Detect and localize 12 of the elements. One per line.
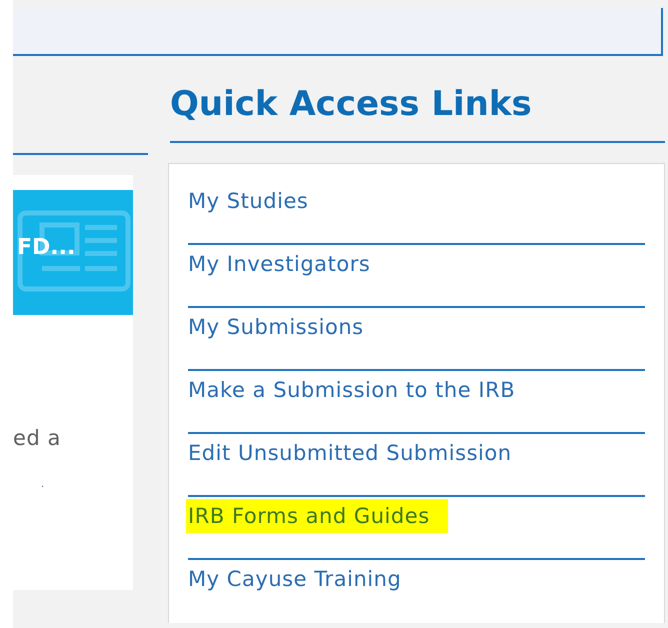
quick-link[interactable]: Make a Submission to the IRB [188, 373, 516, 408]
section-heading: Quick Access Links [170, 84, 665, 143]
quick-link[interactable]: My Cayuse Training [188, 562, 402, 596]
quick-link[interactable]: Edit Unsubmitted Submission [188, 436, 512, 470]
quick-link[interactable]: My Studies [188, 184, 308, 218]
body-text: . [41, 478, 46, 492]
tile-title: FD... [17, 234, 76, 262]
newspaper-icon [17, 210, 131, 292]
quick-link[interactable]: My Submissions [188, 310, 364, 344]
quick-link[interactable]: IRB Forms and Guides [186, 499, 448, 534]
quick-link[interactable]: My Investigators [188, 247, 370, 282]
body-text: ed a [13, 425, 62, 452]
